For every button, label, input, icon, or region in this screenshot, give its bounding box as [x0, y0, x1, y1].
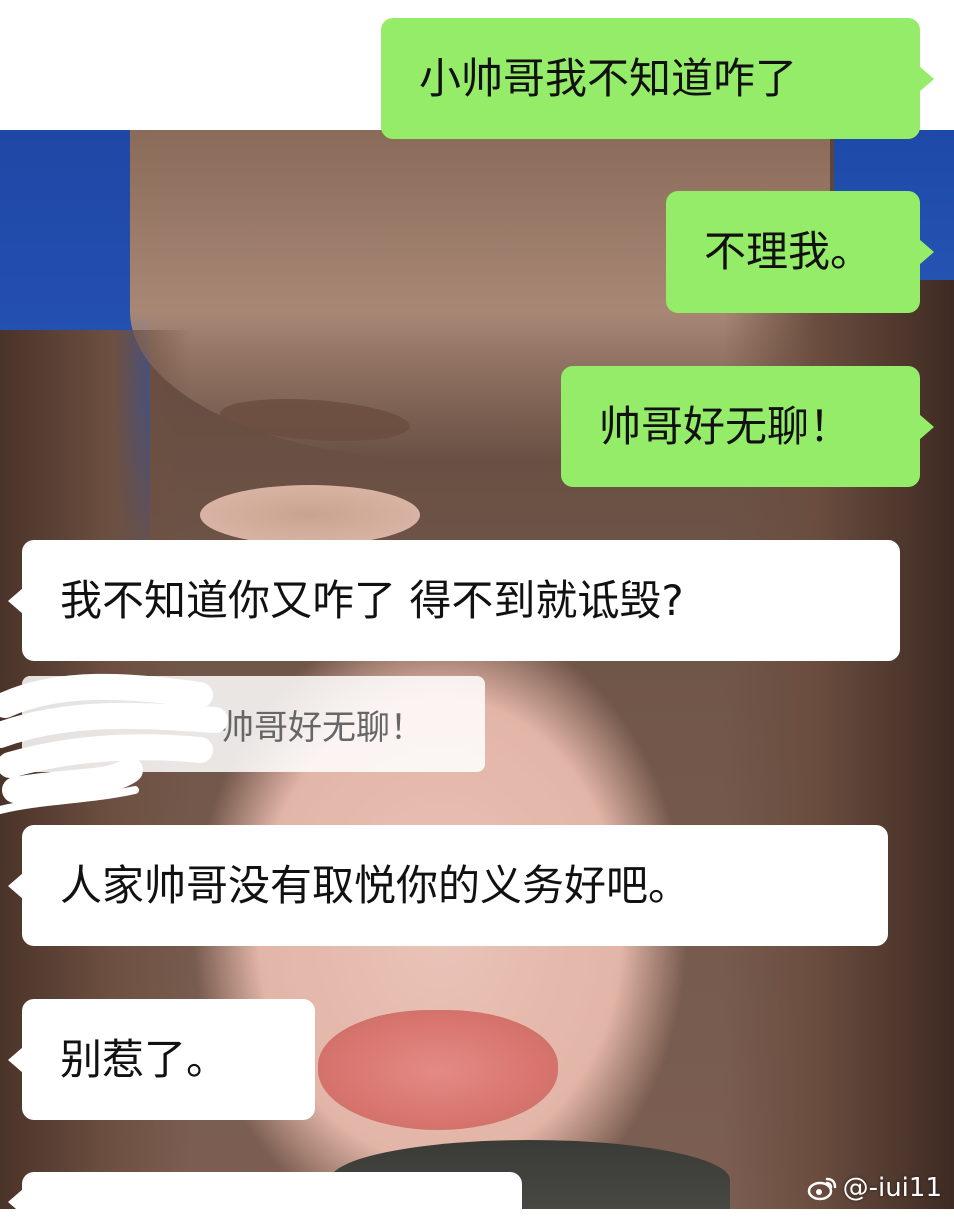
weibo-icon [807, 1177, 836, 1201]
photo-eye [200, 485, 420, 545]
message-bubble-received[interactable]: 我不知道你又咋了 得不到就诋毁? [8, 540, 900, 661]
message-bubble-partial[interactable] [8, 1172, 522, 1232]
message-bubble-sent[interactable]: 不理我。 [666, 191, 934, 313]
message-bubble-received[interactable]: 人家帅哥没有取悦你的义务好吧。 [8, 825, 888, 946]
message-bubble-received[interactable]: 别惹了。 [8, 999, 315, 1120]
message-text: 我不知道你又咋了 得不到就诋毁? [60, 575, 684, 625]
watermark-text: @-iui11 [842, 1173, 942, 1203]
message-text: 帅哥好无聊！ [599, 401, 852, 451]
message-bubble-sent[interactable]: 帅哥好无聊！ [561, 366, 934, 487]
quoted-reply-text: 帅哥好无聊！ [220, 707, 424, 748]
redaction-scribble [0, 673, 228, 814]
message-text: 别惹了。 [60, 1034, 229, 1084]
watermark: @-iui11 [807, 1173, 942, 1203]
message-text: 小帅哥我不知道咋了 [419, 53, 798, 103]
message-text: 人家帅哥没有取悦你的义务好吧。 [60, 860, 691, 910]
message-text: 不理我。 [704, 227, 873, 276]
message-bubble-sent[interactable]: 小帅哥我不知道咋了 [381, 18, 934, 139]
photo-lips [318, 1010, 558, 1130]
